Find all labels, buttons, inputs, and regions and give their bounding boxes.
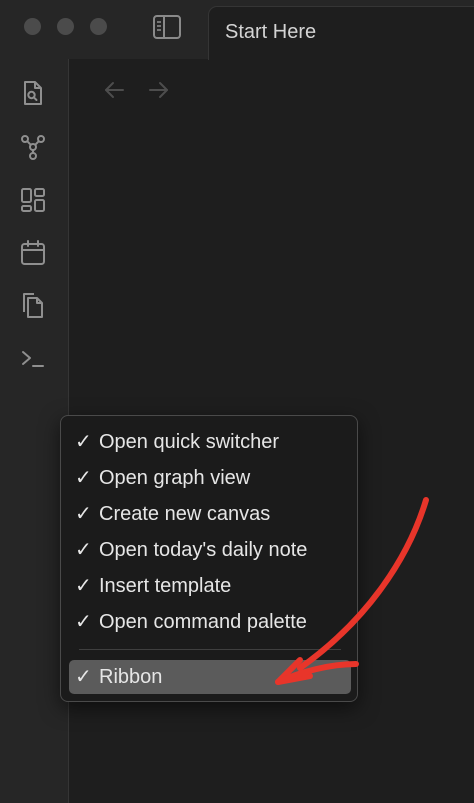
menu-item-open-command-palette[interactable]: ✓ Open command palette <box>69 605 351 639</box>
ribbon-context-menu: ✓ Open quick switcher ✓ Open graph view … <box>60 415 358 702</box>
menu-item-open-daily-note[interactable]: ✓ Open today's daily note <box>69 533 351 567</box>
minimize-window-button[interactable] <box>57 18 74 35</box>
checkmark-icon: ✓ <box>75 539 92 561</box>
terminal-icon[interactable] <box>19 344 47 372</box>
menu-item-ribbon[interactable]: ✓ Ribbon <box>69 660 351 694</box>
tab-start-here[interactable]: Start Here <box>208 6 474 60</box>
checkmark-icon: ✓ <box>75 467 92 489</box>
menu-item-create-new-canvas[interactable]: ✓ Create new canvas <box>69 497 351 531</box>
menu-item-insert-template[interactable]: ✓ Insert template <box>69 569 351 603</box>
checkmark-icon: ✓ <box>75 666 92 688</box>
zoom-window-button[interactable] <box>90 18 107 35</box>
canvas-grid-icon[interactable] <box>19 186 47 214</box>
calendar-icon[interactable] <box>19 239 47 267</box>
copy-files-icon[interactable] <box>19 291 47 319</box>
checkmark-icon: ✓ <box>75 503 92 525</box>
ribbon <box>0 59 69 803</box>
menu-separator <box>79 649 341 650</box>
menu-item-open-quick-switcher[interactable]: ✓ Open quick switcher <box>69 425 351 459</box>
title-bar: Start Here <box>0 0 474 60</box>
forward-arrow-icon[interactable] <box>148 79 170 101</box>
checkmark-icon: ✓ <box>75 431 92 453</box>
tab-title: Start Here <box>225 21 317 43</box>
graph-view-icon[interactable] <box>19 133 47 161</box>
checkmark-icon: ✓ <box>75 611 92 633</box>
sidebar-toggle-icon[interactable] <box>152 13 182 41</box>
checkmark-icon: ✓ <box>75 575 92 597</box>
close-window-button[interactable] <box>24 18 41 35</box>
search-file-icon[interactable] <box>19 79 47 107</box>
menu-item-open-graph-view[interactable]: ✓ Open graph view <box>69 461 351 495</box>
back-arrow-icon[interactable] <box>103 79 125 101</box>
